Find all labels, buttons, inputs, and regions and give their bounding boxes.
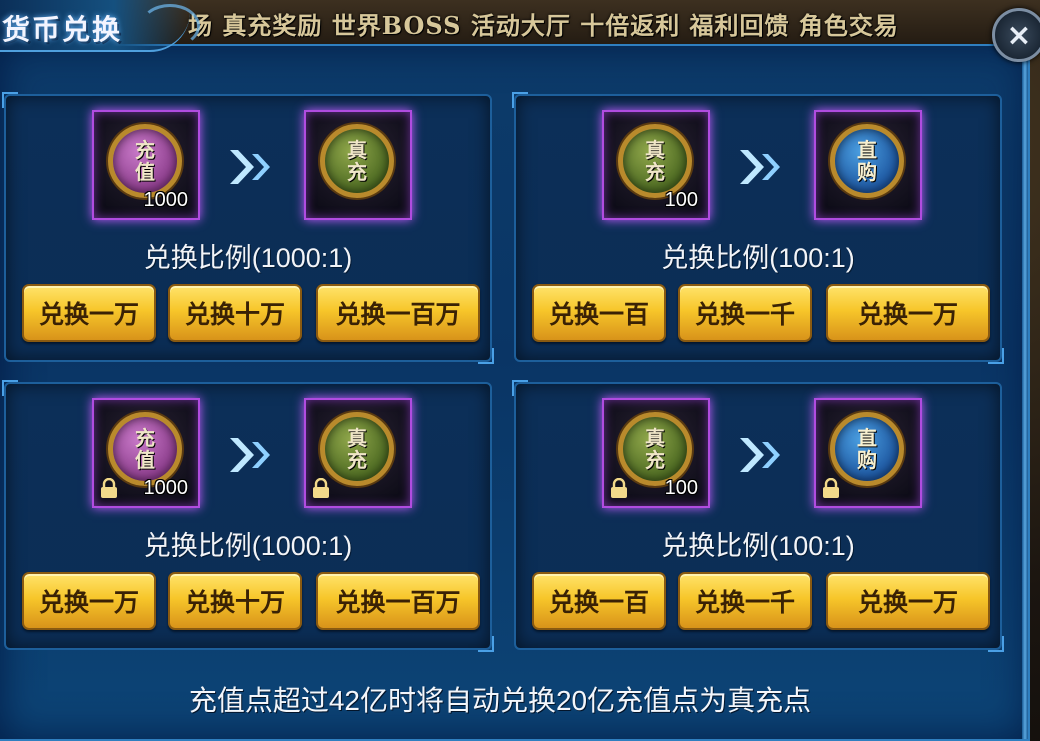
exchange-card-2: 真充 100 直购 兑换比例(100:1) 兑换一百 兑换一千 兑换一万 [512, 92, 1004, 364]
exchange-ratio: 兑换比例(1000:1) [143, 243, 353, 273]
exchange-card-4: 真充 100 直购 兑换比例(100:1) 兑换一百 兑换一千 兑换一万 [512, 380, 1004, 652]
direct-purchase-coin-icon: 直购 [830, 124, 904, 198]
exchange-button-2[interactable]: 兑换一千 [678, 284, 812, 342]
exchange-button-1[interactable]: 兑换一百 [532, 572, 666, 630]
exchange-button-1[interactable]: 兑换一万 [22, 284, 156, 342]
title-banner: 货币兑换 [0, 0, 200, 52]
real-recharge-coin-icon: 真充 [618, 412, 692, 486]
lock-icon [611, 478, 627, 498]
double-chevron-right-icon [740, 150, 780, 184]
double-chevron-right-icon [740, 438, 780, 472]
exchange-ratio: 兑换比例(100:1) [661, 531, 855, 561]
exchange-ratio: 兑换比例(100:1) [661, 243, 855, 273]
exchange-button-1[interactable]: 兑换一万 [22, 572, 156, 630]
source-quantity: 100 [664, 189, 698, 211]
exchange-button-3[interactable]: 兑换一万 [826, 284, 990, 342]
close-icon: × [1006, 17, 1032, 53]
exchange-button-3[interactable]: 兑换一百万 [316, 284, 480, 342]
source-quantity: 100 [664, 477, 698, 499]
currency-exchange-panel: 充值 1000 真充 兑换比例(1000:1) 兑换一万 兑换十万 兑换一百万 … [0, 44, 1030, 741]
real-recharge-coin-icon: 真充 [320, 124, 394, 198]
exchange-card-3: 充值 1000 真充 兑换比例(1000:1) 兑换一万 兑换十万 兑换一百万 [2, 380, 494, 652]
exchange-button-3[interactable]: 兑换一万 [826, 572, 990, 630]
window-title: 货币兑换 [2, 13, 123, 46]
real-recharge-coin-icon: 真充 [618, 124, 692, 198]
lock-icon [823, 478, 839, 498]
exchange-button-2[interactable]: 兑换一千 [678, 572, 812, 630]
lock-icon [101, 478, 117, 498]
scrolling-announcement: 场 真充奖励 世界BOSS 活动大厅 十倍返利 福利回馈 角色交易 [188, 11, 899, 40]
exchange-button-2[interactable]: 兑换十万 [168, 284, 302, 342]
source-currency-slot[interactable]: 充值 1000 [92, 398, 200, 508]
source-currency-slot[interactable]: 充值 1000 [92, 110, 200, 220]
exchange-card-1: 充值 1000 真充 兑换比例(1000:1) 兑换一万 兑换十万 兑换一百万 [2, 92, 494, 364]
title-swirl-ornament [140, 4, 200, 48]
auto-exchange-notice: 充值点超过42亿时将自动兑换20亿充值点为真充点 [188, 685, 812, 716]
exchange-ratio: 兑换比例(1000:1) [143, 531, 353, 561]
target-currency-slot[interactable]: 真充 [304, 110, 412, 220]
target-currency-slot[interactable]: 直购 [814, 398, 922, 508]
close-button[interactable]: × [992, 8, 1040, 62]
source-currency-slot[interactable]: 真充 100 [602, 398, 710, 508]
recharge-coin-icon: 充值 [108, 412, 182, 486]
exchange-button-3[interactable]: 兑换一百万 [316, 572, 480, 630]
lock-icon [313, 478, 329, 498]
double-chevron-right-icon [230, 438, 270, 472]
double-chevron-right-icon [230, 150, 270, 184]
target-currency-slot[interactable]: 真充 [304, 398, 412, 508]
direct-purchase-coin-icon: 直购 [830, 412, 904, 486]
target-currency-slot[interactable]: 直购 [814, 110, 922, 220]
source-quantity: 1000 [143, 189, 189, 211]
recharge-coin-icon: 充值 [108, 124, 182, 198]
exchange-button-2[interactable]: 兑换十万 [168, 572, 302, 630]
source-currency-slot[interactable]: 真充 100 [602, 110, 710, 220]
real-recharge-coin-icon: 真充 [320, 412, 394, 486]
source-quantity: 1000 [143, 477, 189, 499]
exchange-button-1[interactable]: 兑换一百 [532, 284, 666, 342]
